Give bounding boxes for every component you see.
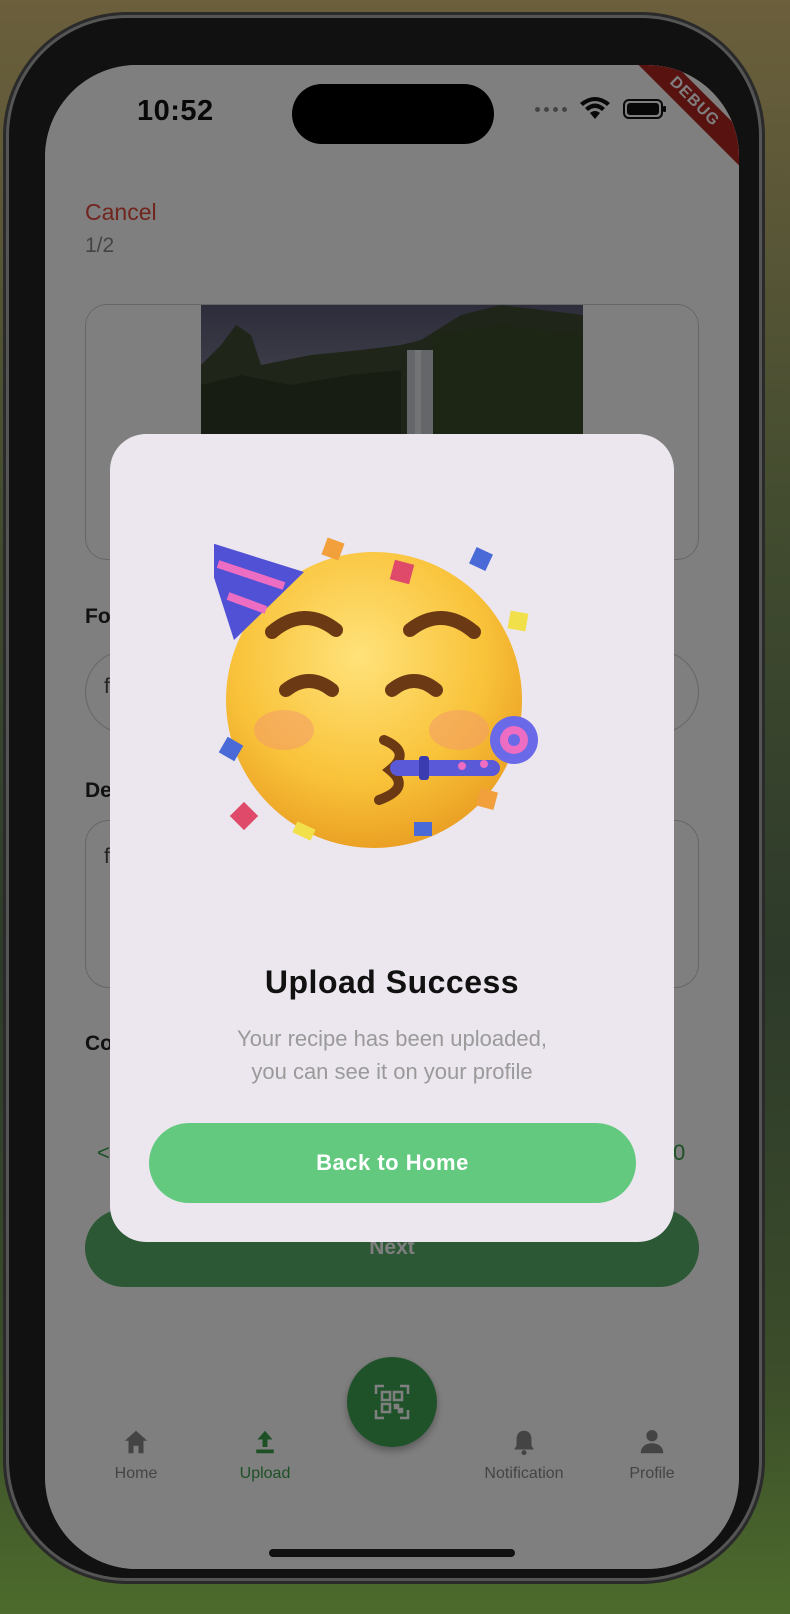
- dialog-message: Your recipe has been uploaded, you can s…: [170, 1022, 614, 1088]
- partying-face-icon: [214, 537, 538, 848]
- dialog-title: Upload Success: [264, 964, 520, 1000]
- phone-frame: 10:52 DEBUG Cancel 1/2: [9, 18, 759, 1578]
- dialog-message-line2: you can see it on your profile: [251, 1059, 533, 1084]
- upload-success-dialog: Upload Success Your recipe has been uplo…: [110, 434, 674, 1242]
- back-to-home-button[interactable]: Back to Home: [149, 1123, 636, 1203]
- screen: 10:52 DEBUG Cancel 1/2: [45, 65, 739, 1569]
- home-indicator: [269, 1549, 515, 1557]
- dialog-message-line1: Your recipe has been uploaded,: [237, 1026, 547, 1051]
